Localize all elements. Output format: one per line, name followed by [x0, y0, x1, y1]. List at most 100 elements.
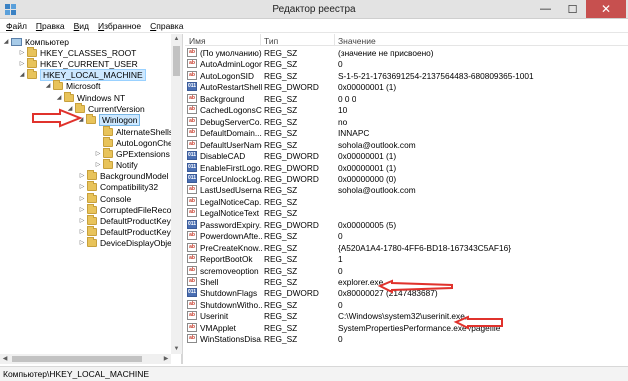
collapsed-arrow-icon[interactable]: ▷: [79, 196, 85, 202]
value-row[interactable]: ab scremoveoption REG_SZ 0: [185, 265, 628, 276]
value-row[interactable]: ab AutoAdminLogon REG_SZ 0: [185, 58, 628, 69]
column-name-header[interactable]: Имя: [189, 36, 206, 46]
collapsed-arrow-icon[interactable]: ▷: [79, 229, 85, 235]
value-row[interactable]: ab ReportBootOk REG_SZ 1: [185, 253, 628, 264]
expanded-arrow-icon[interactable]: ◢: [3, 39, 9, 45]
value-row[interactable]: 011 ForceUnlockLog... REG_DWORD 0x00000000 …: [185, 173, 628, 184]
value-row[interactable]: ab DebugServerCo... REG_SZ no: [185, 116, 628, 127]
tree-item-current-version[interactable]: ◢ CurrentVersion: [67, 102, 145, 114]
value-row[interactable]: 011 ShutdownFlags REG_DWORD 0x80000027 (214…: [185, 287, 628, 298]
minimize-button[interactable]: —: [532, 0, 559, 18]
tree-item-defaultproductkey[interactable]: ▷ DefaultProductKey: [79, 214, 171, 226]
menu-favorites[interactable]: Избранное: [98, 21, 141, 31]
tree-item-corruptedfilerecove[interactable]: ▷ CorruptedFileRecove: [79, 203, 180, 215]
scroll-left-icon[interactable]: ◀: [0, 354, 10, 364]
value-row[interactable]: ab LegalNoticeText REG_SZ: [185, 207, 628, 218]
value-data: (значение не присвоено): [338, 48, 434, 58]
value-name: DefaultUserName: [200, 139, 262, 150]
collapsed-arrow-icon[interactable]: ▷: [95, 162, 101, 168]
tree-item-hkcu[interactable]: ▷ HKEY_CURRENT_USER: [19, 57, 138, 69]
tree-item-winlogon[interactable]: ◢ Winlogon: [78, 113, 141, 126]
string-value-icon: ab: [187, 254, 197, 264]
folder-icon: [87, 214, 97, 225]
value-type: REG_SZ: [264, 254, 298, 265]
value-row[interactable]: ab CachedLogonsC... REG_SZ 10: [185, 104, 628, 115]
tree-item-devicedisplayobject[interactable]: ▷ DeviceDisplayObject: [79, 236, 178, 248]
value-name: EnableFirstLogo...: [200, 162, 262, 173]
value-row[interactable]: ab (По умолчанию) REG_SZ (значение не присв…: [185, 47, 628, 58]
tree-item-autologoncheck[interactable]: AutoLogonCheck: [95, 136, 181, 148]
tree-item-hklm[interactable]: ◢ HKEY_LOCAL_MACHINE: [19, 68, 146, 81]
collapsed-arrow-icon[interactable]: ▷: [95, 151, 101, 157]
maximize-button[interactable]: ☐: [559, 0, 586, 18]
menu-bar: Файл Правка Вид Избранное Справка: [0, 19, 628, 33]
scroll-right-icon[interactable]: ▶: [161, 354, 171, 364]
string-value-icon: ab: [187, 59, 197, 69]
title-bar: Редактор реестра — ☐ ✕: [0, 0, 628, 19]
tree-item-hkcr[interactable]: ▷ HKEY_CLASSES_ROOT: [19, 46, 136, 58]
scroll-thumb[interactable]: [173, 46, 180, 76]
value-row[interactable]: ab VMApplet REG_SZ SystemPropertiesPerforma…: [185, 322, 628, 333]
collapsed-arrow-icon[interactable]: ▷: [19, 61, 25, 67]
values-list: Имя Тип Значение ab (По умолчанию) REG_SZ(…: [185, 34, 628, 364]
close-button[interactable]: ✕: [586, 0, 626, 18]
value-row[interactable]: ab ShutdownWitho... REG_SZ 0: [185, 299, 628, 310]
value-row[interactable]: ab PowerdownAfte... REG_SZ 0: [185, 230, 628, 241]
value-row[interactable]: ab PreCreateKnow... REG_SZ {A520A1A4-1780-4…: [185, 242, 628, 253]
scroll-thumb[interactable]: [12, 356, 142, 362]
scroll-down-icon[interactable]: ▼: [171, 344, 182, 354]
menu-file[interactable]: Файл: [6, 21, 27, 31]
value-row[interactable]: ab LastUsedUserna... REG_SZ sohola@outlook.…: [185, 184, 628, 195]
tree-item-computer[interactable]: ◢ Компьютер: [3, 36, 69, 47]
collapsed-arrow-icon[interactable]: ▷: [79, 218, 85, 224]
tree-horizontal-scrollbar[interactable]: ◀ ▶: [0, 354, 171, 364]
value-name: DebugServerCo...: [200, 116, 262, 127]
menu-help[interactable]: Справка: [150, 21, 183, 31]
expanded-arrow-icon[interactable]: ◢: [45, 83, 51, 89]
string-value-icon: ab: [187, 128, 197, 138]
tree-item-defaultproductkey2[interactable]: ▷ DefaultProductKey2: [79, 225, 176, 237]
tree-item-windows-nt[interactable]: ◢ Windows NT: [56, 91, 125, 103]
column-value-header[interactable]: Значение: [338, 36, 376, 46]
value-row[interactable]: 011 PasswordExpiry... REG_DWORD 0x00000005 …: [185, 219, 628, 230]
tree-vertical-scrollbar[interactable]: ▲ ▼: [171, 34, 182, 354]
value-type: REG_SZ: [264, 93, 298, 104]
menu-view[interactable]: Вид: [74, 21, 89, 31]
value-row[interactable]: 011 AutoRestartShell REG_DWORD 0x00000001 (…: [185, 81, 628, 92]
expanded-arrow-icon[interactable]: ◢: [19, 72, 25, 78]
value-row[interactable]: ab Background REG_SZ 0 0 0: [185, 93, 628, 104]
tree-item-notify[interactable]: ▷ Notify: [95, 158, 138, 170]
value-row[interactable]: ab LegalNoticeCap... REG_SZ: [185, 196, 628, 207]
tree-item-alternateshells[interactable]: AlternateShells: [95, 125, 173, 137]
value-row[interactable]: ab AutoLogonSID REG_SZ S-1-5-21-1763691254-…: [185, 70, 628, 81]
value-name: VMApplet: [200, 322, 236, 333]
collapsed-arrow-icon[interactable]: ▷: [79, 207, 85, 213]
scroll-up-icon[interactable]: ▲: [171, 34, 182, 44]
expanded-arrow-icon[interactable]: ◢: [56, 95, 62, 101]
value-data: 1: [338, 254, 343, 265]
collapsed-arrow-icon[interactable]: ▷: [79, 240, 85, 246]
value-row[interactable]: 011 DisableCAD REG_DWORD 0x00000001 (1): [185, 150, 628, 161]
tree-item-gpextensions[interactable]: ▷ GPExtensions: [95, 147, 170, 159]
menu-edit[interactable]: Правка: [36, 21, 65, 31]
value-row[interactable]: 011 EnableFirstLogo... REG_DWORD 0x00000001…: [185, 162, 628, 173]
value-name: scremoveoption: [200, 265, 259, 276]
tree-item-microsoft[interactable]: ◢ Microsoft: [45, 79, 100, 91]
value-row[interactable]: ab DefaultDomain... REG_SZ INNAPC: [185, 127, 628, 138]
collapsed-arrow-icon[interactable]: ▷: [79, 184, 85, 190]
tree-item-console[interactable]: ▷ Console: [79, 192, 131, 204]
expanded-arrow-icon[interactable]: ◢: [67, 106, 73, 112]
value-row[interactable]: ab Shell REG_SZ explorer.exe: [185, 276, 628, 287]
value-row[interactable]: ab WinStationsDisa... REG_SZ 0: [185, 333, 628, 344]
expanded-arrow-icon[interactable]: ◢: [78, 117, 84, 123]
value-row[interactable]: ab Userinit REG_SZ C:\Windows\system32\user…: [185, 310, 628, 321]
value-row[interactable]: ab DefaultUserName REG_SZ sohola@outlook.co…: [185, 139, 628, 150]
collapsed-arrow-icon[interactable]: ▷: [19, 50, 25, 56]
collapsed-arrow-icon[interactable]: ▷: [79, 173, 85, 179]
tree-item-compatibility32[interactable]: ▷ Compatibility32: [79, 180, 158, 192]
tree-item-backgroundmodel[interactable]: ▷ BackgroundModel: [79, 169, 169, 181]
string-value-icon: ab: [187, 299, 197, 309]
string-value-icon: ab: [187, 231, 197, 241]
column-type-header[interactable]: Тип: [264, 36, 278, 46]
value-data: 10: [338, 105, 348, 116]
